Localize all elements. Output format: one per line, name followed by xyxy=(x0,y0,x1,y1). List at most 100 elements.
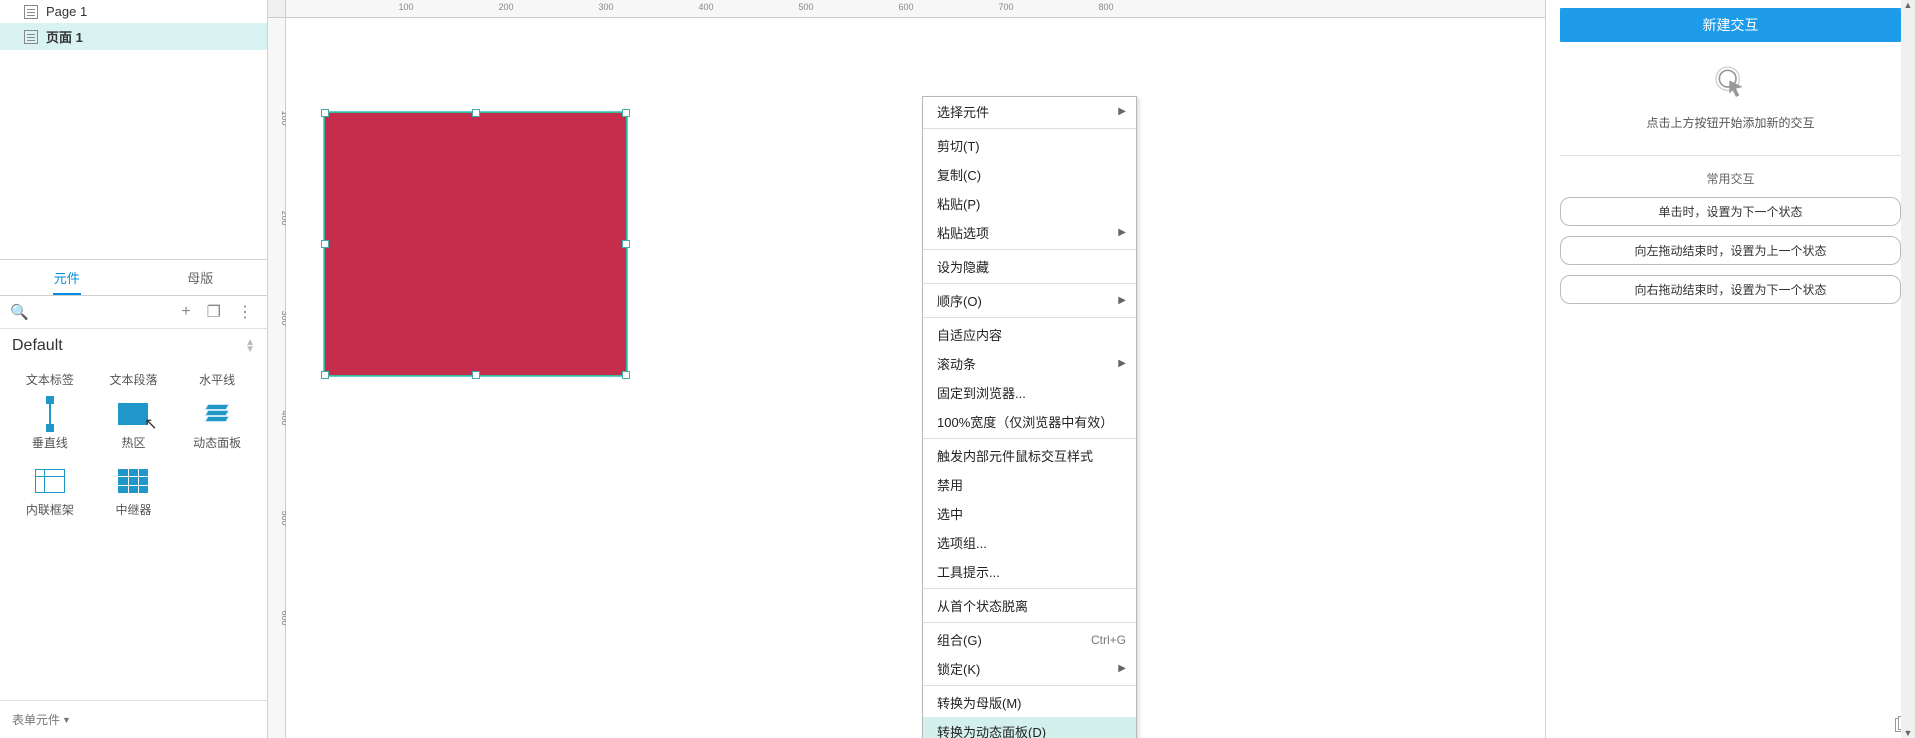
updown-icon: ▲▼ xyxy=(245,339,255,353)
menu-separator xyxy=(923,685,1136,686)
ruler-tick: 100 xyxy=(398,2,413,12)
context-menu-item[interactable]: 自适应内容 xyxy=(923,320,1136,349)
resize-handle[interactable] xyxy=(622,240,630,248)
page-icon xyxy=(24,5,38,19)
menu-item-label: 100%宽度（仅浏览器中有效） xyxy=(937,412,1113,431)
submenu-arrow-icon: ▶ xyxy=(1118,663,1126,674)
common-interaction-button[interactable]: 向左拖动结束时，设置为上一个状态 xyxy=(1560,236,1901,265)
menu-item-label: 触发内部元件鼠标交互样式 xyxy=(937,446,1093,465)
ruler-tick: 200 xyxy=(498,2,513,12)
context-menu-item[interactable]: 转换为动态面板(D) xyxy=(923,717,1136,738)
menu-item-label: 选择元件 xyxy=(937,102,989,121)
resize-handle[interactable] xyxy=(622,109,630,117)
context-menu-item[interactable]: 固定到浏览器... xyxy=(923,378,1136,407)
context-menu-item[interactable]: 锁定(K)▶ xyxy=(923,654,1136,683)
widget-label: 动态面板 xyxy=(193,434,241,451)
menu-separator xyxy=(923,317,1136,318)
page-label: 页面 1 xyxy=(46,27,83,46)
page-icon xyxy=(24,30,38,44)
search-icon[interactable]: 🔍 xyxy=(10,303,29,321)
common-interaction-button[interactable]: 向右拖动结束时，设置为下一个状态 xyxy=(1560,275,1901,304)
divider xyxy=(1560,155,1901,156)
scroll-up-icon[interactable]: ▲ xyxy=(1901,0,1915,10)
submenu-arrow-icon: ▶ xyxy=(1118,106,1126,117)
page-item-selected[interactable]: 页面 1 xyxy=(0,23,267,50)
more-icon[interactable]: ⋮ xyxy=(233,302,257,322)
scrollbar-vertical[interactable]: ▲ ▼ xyxy=(1901,0,1915,738)
resize-handle[interactable] xyxy=(321,371,329,379)
menu-item-label: 粘贴(P) xyxy=(937,194,980,213)
resize-handle[interactable] xyxy=(472,109,480,117)
menu-item-label: 转换为动态面板(D) xyxy=(937,722,1046,738)
widget-label: 垂直线 xyxy=(32,434,68,451)
context-menu-item[interactable]: 转换为母版(M) xyxy=(923,688,1136,717)
panel-icon xyxy=(204,403,230,425)
duplicate-icon[interactable]: ❐ xyxy=(203,302,225,322)
submenu-arrow-icon: ▶ xyxy=(1118,358,1126,369)
resize-handle[interactable] xyxy=(622,371,630,379)
context-menu-item[interactable]: 选项组... xyxy=(923,528,1136,557)
page-label: Page 1 xyxy=(46,4,87,19)
left-panel: Page 1 页面 1 元件 母版 🔍 + ❐ ⋮ Default ▲▼ 文本标… xyxy=(0,0,268,738)
widgets-grid: 文本标签 文本段落 水平线 垂直线 ↖ 热区 动态面板 内联框架 中继器 xyxy=(0,363,267,530)
submenu-arrow-icon: ▶ xyxy=(1118,295,1126,306)
scroll-down-icon[interactable]: ▼ xyxy=(1901,728,1915,738)
add-icon[interactable]: + xyxy=(177,303,194,321)
menu-separator xyxy=(923,128,1136,129)
widget-horizontal-line[interactable]: 水平线 xyxy=(175,367,259,392)
page-item[interactable]: Page 1 xyxy=(0,0,267,23)
submenu-arrow-icon: ▶ xyxy=(1118,227,1126,238)
canvas-area[interactable]: 100200300400500600700800 100200300400500… xyxy=(268,0,1545,738)
tab-widgets[interactable]: 元件 xyxy=(0,260,134,295)
widget-repeater[interactable]: 中继器 xyxy=(92,459,176,526)
tab-masters[interactable]: 母版 xyxy=(134,260,268,295)
widget-dynamic-panel[interactable]: 动态面板 xyxy=(175,392,259,459)
menu-item-label: 从首个状态脱离 xyxy=(937,596,1028,615)
context-menu-item[interactable]: 禁用 xyxy=(923,470,1136,499)
canvas-inner[interactable]: 选择元件 ▶ 剪切(T) 复制(C) 粘贴(P) 粘贴选项▶ 设为隐藏顺序(O)▶ 自适应内容… xyxy=(286,18,1545,738)
menu-separator xyxy=(923,622,1136,623)
widget-text-label[interactable]: 文本标签 xyxy=(8,367,92,392)
menu-item-label: 选项组... xyxy=(937,533,987,552)
menu-item-label: 选中 xyxy=(937,504,963,523)
ruler-tick: 500 xyxy=(798,2,813,12)
resize-handle[interactable] xyxy=(321,109,329,117)
selected-rectangle[interactable] xyxy=(324,112,627,376)
widget-label: 中继器 xyxy=(115,501,151,518)
widget-inline-frame[interactable]: 内联框架 xyxy=(8,459,92,526)
context-menu-item[interactable]: 组合(G)Ctrl+G xyxy=(923,625,1136,654)
context-menu-item[interactable]: 设为隐藏 xyxy=(923,252,1136,281)
ruler-vertical: 100200300400500600 xyxy=(268,18,286,738)
common-interactions-title: 常用交互 xyxy=(1560,170,1901,187)
menu-item-label: 工具提示... xyxy=(937,562,1000,581)
menu-separator xyxy=(923,438,1136,439)
iframe-icon xyxy=(35,469,65,493)
click-cursor-icon xyxy=(1711,62,1751,102)
widget-vertical-line[interactable]: 垂直线 xyxy=(8,392,92,459)
widget-text-paragraph[interactable]: 文本段落 xyxy=(92,367,176,392)
right-panel: 新建交互 点击上方按钮开始添加新的交互 常用交互 单击时，设置为下一个状态 向左… xyxy=(1545,0,1915,738)
context-menu-item[interactable]: 选中 xyxy=(923,499,1136,528)
ruler-horizontal: 100200300400500600700800 xyxy=(286,0,1545,18)
context-menu-item[interactable]: 触发内部元件鼠标交互样式 xyxy=(923,441,1136,470)
context-menu-item[interactable]: 粘贴选项▶ xyxy=(923,218,1136,247)
context-menu-item[interactable]: 顺序(O)▶ xyxy=(923,286,1136,315)
library-section-form[interactable]: 表单元件▼ xyxy=(0,700,267,738)
context-menu-item[interactable]: 复制(C) xyxy=(923,160,1136,189)
context-menu-item[interactable]: 剪切(T) xyxy=(923,131,1136,160)
context-menu-item[interactable]: 滚动条▶ xyxy=(923,349,1136,378)
ruler-tick: 600 xyxy=(898,2,913,12)
context-menu-item[interactable]: 粘贴(P) xyxy=(923,189,1136,218)
resize-handle[interactable] xyxy=(321,240,329,248)
new-interaction-button[interactable]: 新建交互 xyxy=(1560,8,1901,42)
menu-item-label: 复制(C) xyxy=(937,165,981,184)
context-menu-item[interactable]: 工具提示... xyxy=(923,557,1136,586)
context-menu-item[interactable]: 选择元件 ▶ xyxy=(923,97,1136,126)
library-selector[interactable]: Default ▲▼ xyxy=(0,329,267,363)
common-interaction-button[interactable]: 单击时，设置为下一个状态 xyxy=(1560,197,1901,226)
menu-item-label: 组合(G) xyxy=(937,630,982,649)
context-menu-item[interactable]: 100%宽度（仅浏览器中有效） xyxy=(923,407,1136,436)
context-menu-item[interactable]: 从首个状态脱离 xyxy=(923,591,1136,620)
widget-hotspot[interactable]: ↖ 热区 xyxy=(92,392,176,459)
resize-handle[interactable] xyxy=(472,371,480,379)
